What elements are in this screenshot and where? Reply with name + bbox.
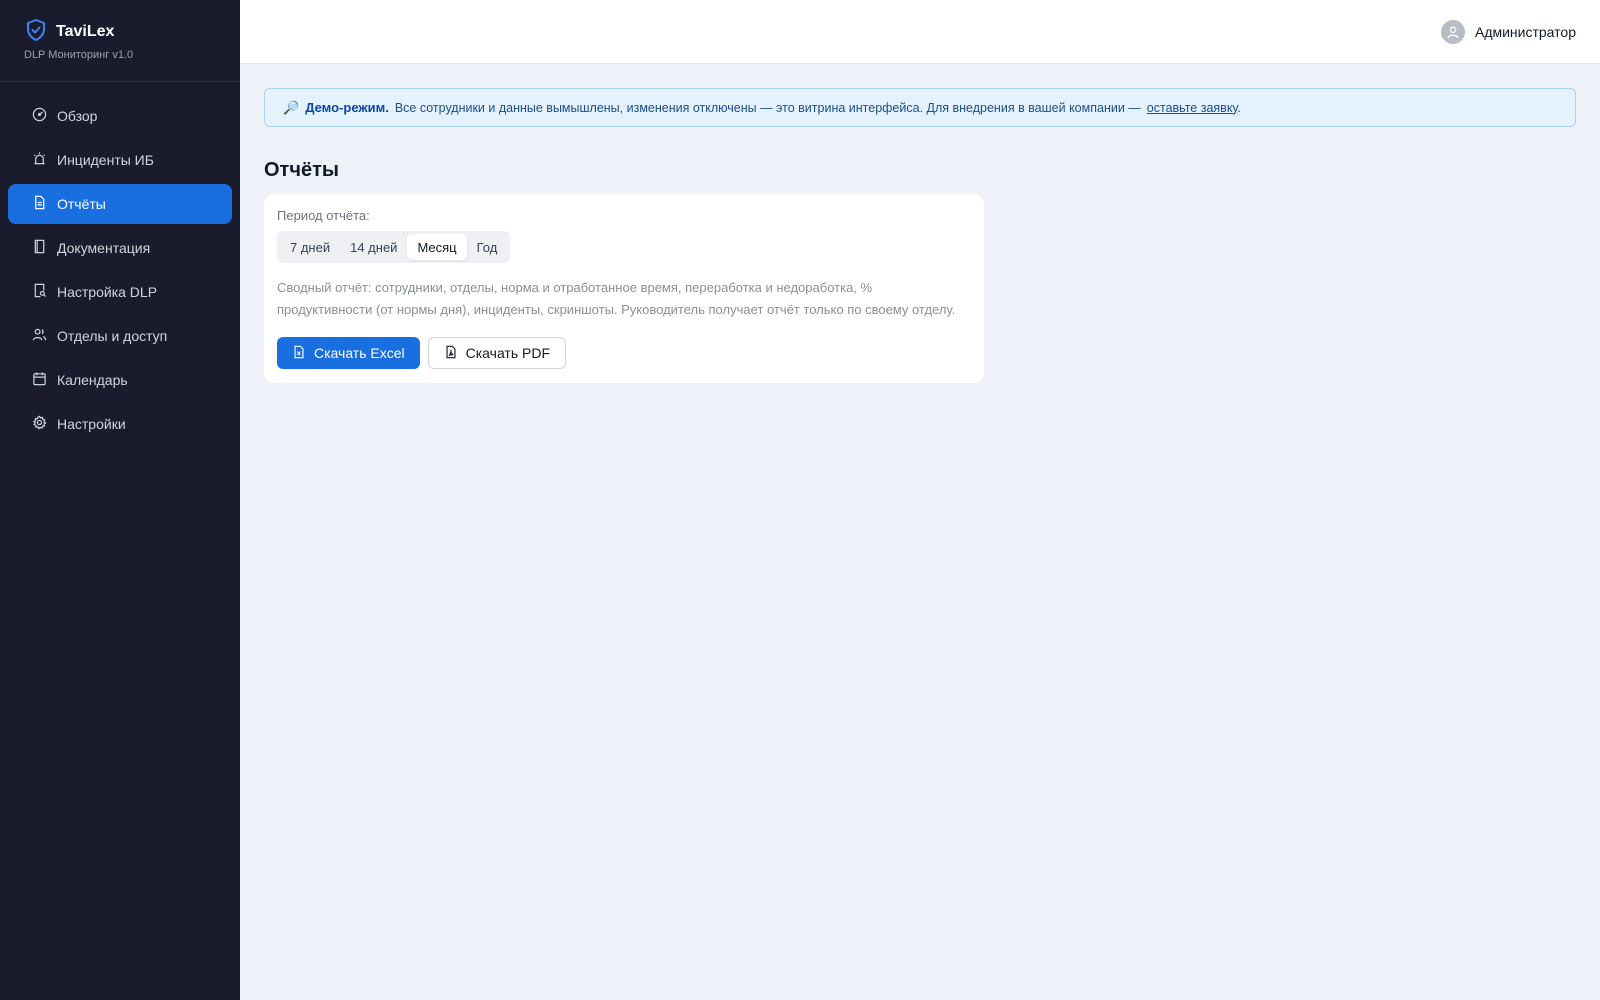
sidebar-item-dlp-settings[interactable]: Настройка DLP xyxy=(8,272,232,312)
brand-name: TaviLex xyxy=(56,22,115,40)
user-menu[interactable]: Администратор xyxy=(1440,20,1576,44)
banner-text: Все сотрудники и данные вымышлены, измен… xyxy=(394,100,1141,115)
sidebar-item-overview[interactable]: Обзор xyxy=(8,96,232,136)
download-pdf-label: Скачать PDF xyxy=(465,345,551,361)
sidebar: TaviLex DLP Мониторинг v1.0 Обзор Инциде… xyxy=(0,0,240,1000)
document-icon xyxy=(32,195,47,213)
shield-check-icon xyxy=(24,18,48,45)
pdf-file-icon xyxy=(444,345,458,362)
gear-icon xyxy=(32,415,47,433)
alarm-siren-icon xyxy=(32,151,47,169)
book-icon xyxy=(32,239,47,257)
sidebar-item-departments[interactable]: Отделы и доступ xyxy=(8,316,232,356)
sidebar-item-reports[interactable]: Отчёты xyxy=(8,184,232,224)
magnifier-icon: 🔎 xyxy=(283,99,300,115)
sidebar-item-label: Отделы и доступ xyxy=(57,328,168,344)
sidebar-item-settings[interactable]: Настройки xyxy=(8,404,232,444)
period-selector: 7 дней 14 дней Месяц Год xyxy=(277,231,511,263)
report-description: Сводный отчёт: сотрудники, отделы, норма… xyxy=(277,280,956,317)
report-actions: Скачать Excel Скачать PDF xyxy=(277,337,971,369)
main-content: 🔎 Демо-режим. Все сотрудники и данные вы… xyxy=(264,88,1576,383)
brand-subtitle: DLP Мониторинг v1.0 xyxy=(24,49,134,61)
sidebar-item-label: Инциденты ИБ xyxy=(57,152,154,168)
sidebar-item-label: Отчёты xyxy=(57,196,106,212)
sidebar-item-label: Обзор xyxy=(57,108,98,124)
dashboard-gauge-icon xyxy=(32,107,47,125)
banner-bold: Демо-режим. xyxy=(305,100,389,115)
request-link[interactable]: оставьте заявку xyxy=(1147,101,1238,115)
user-icon xyxy=(1440,20,1465,44)
page-title: Отчёты xyxy=(264,159,339,181)
download-excel-label: Скачать Excel xyxy=(314,345,405,361)
download-pdf-button[interactable]: Скачать PDF xyxy=(427,337,567,369)
sidebar-nav: Обзор Инциденты ИБ Отчёты Документация Н… xyxy=(0,82,240,444)
top-bar: Администратор xyxy=(240,0,1600,64)
period-14-days[interactable]: 14 дней xyxy=(340,234,407,260)
period-year[interactable]: Год xyxy=(467,234,508,260)
sidebar-item-label: Настройки xyxy=(57,416,126,432)
sidebar-item-label: Настройка DLP xyxy=(57,284,158,300)
report-card: Период отчёта: 7 дней 14 дней Месяц Год … xyxy=(264,194,984,383)
sidebar-item-incidents[interactable]: Инциденты ИБ xyxy=(8,140,232,180)
sidebar-item-label: Документация xyxy=(57,240,151,256)
period-7-days[interactable]: 7 дней xyxy=(280,234,340,260)
sidebar-item-calendar[interactable]: Календарь xyxy=(8,360,232,400)
excel-file-icon xyxy=(292,345,306,362)
sidebar-item-label: Календарь xyxy=(57,372,128,388)
period-label: Период отчёта: xyxy=(277,208,370,223)
banner-tail: . xyxy=(1237,100,1241,115)
period-month[interactable]: Месяц xyxy=(407,234,467,260)
demo-banner: 🔎 Демо-режим. Все сотрудники и данные вы… xyxy=(264,88,1576,127)
calendar-icon xyxy=(32,371,47,389)
download-excel-button[interactable]: Скачать Excel xyxy=(277,337,420,369)
file-search-icon xyxy=(32,283,47,301)
brand: TaviLex DLP Мониторинг v1.0 xyxy=(0,0,240,82)
users-icon xyxy=(32,327,47,345)
user-name: Администратор xyxy=(1474,24,1576,40)
sidebar-item-documentation[interactable]: Документация xyxy=(8,228,232,268)
